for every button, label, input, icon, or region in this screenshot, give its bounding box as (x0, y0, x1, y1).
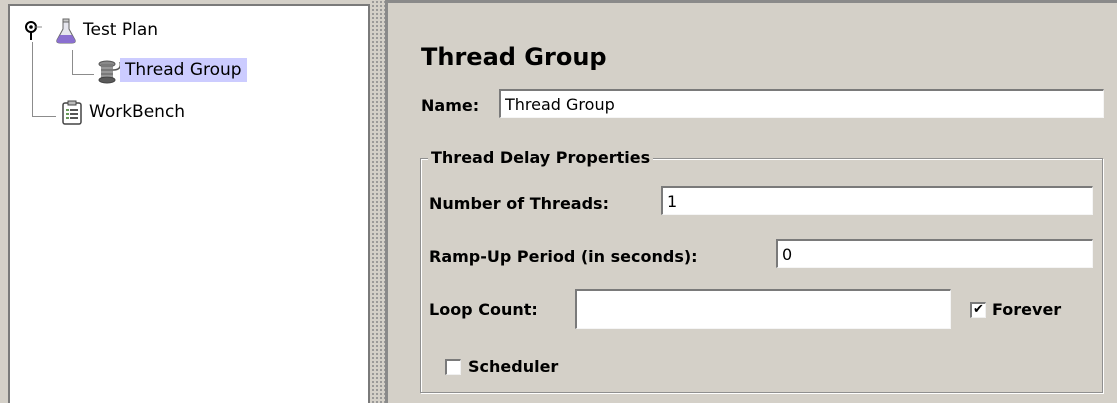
forever-label: Forever (992, 300, 1062, 319)
forever-checkbox[interactable]: ✔ (970, 302, 986, 318)
ramp-up-period-label: Ramp-Up Period (in seconds): (429, 247, 698, 266)
scheduler-label: Scheduler (468, 357, 559, 376)
jmeter-window: Test Plan Thread Group WorkBench Thread … (0, 0, 1117, 403)
loop-count-label: Loop Count: (429, 300, 538, 319)
number-of-threads-label: Number of Threads: (429, 194, 609, 213)
name-label: Name: (421, 96, 480, 115)
tree-connector-line (72, 74, 94, 75)
tree-node-workbench[interactable]: WorkBench (60, 100, 190, 125)
tree-connector-line (32, 116, 56, 117)
tree-node-test-plan[interactable]: Test Plan (54, 18, 163, 44)
test-plan-tree[interactable]: Test Plan Thread Group WorkBench (8, 4, 370, 403)
flask-icon (54, 18, 78, 44)
tree-connector-line (72, 50, 73, 74)
number-of-threads-input[interactable] (661, 186, 1093, 215)
page-title: Thread Group (421, 43, 607, 71)
group-title: Thread Delay Properties (428, 148, 654, 167)
tree-node-label: Thread Group (120, 58, 247, 82)
name-input[interactable] (499, 89, 1104, 118)
clipboard-icon (60, 100, 84, 125)
tree-node-label: WorkBench (89, 102, 186, 122)
pin-icon[interactable] (22, 20, 44, 48)
ramp-up-period-input[interactable] (776, 239, 1093, 268)
thread-spool-icon (96, 58, 122, 84)
tree-node-label: Test Plan (83, 20, 159, 40)
scheduler-checkbox[interactable] (445, 359, 461, 375)
tree-node-thread-group[interactable]: Thread Group (96, 58, 247, 84)
loop-count-input[interactable] (575, 289, 951, 329)
tree-connector-line (32, 42, 33, 116)
thread-group-panel: Thread Group Name: Thread Delay Properti… (385, 0, 1117, 403)
split-pane-divider[interactable] (371, 0, 385, 403)
